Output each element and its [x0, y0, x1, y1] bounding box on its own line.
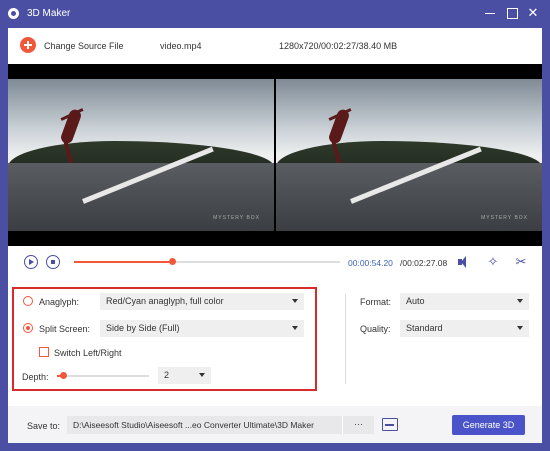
quality-select[interactable]: Standard: [400, 320, 529, 337]
stop-icon[interactable]: [46, 255, 60, 269]
switch-left-right-label: Switch Left/Right: [54, 348, 122, 358]
chevron-down-icon: [517, 299, 523, 303]
maximize-icon[interactable]: [505, 6, 519, 20]
save-path-field[interactable]: D:\Aiseesoft Studio\Aiseesoft ...eo Conv…: [67, 416, 342, 434]
anaglyph-radio[interactable]: [23, 296, 33, 306]
divider: [345, 294, 346, 384]
anaglyph-select-value: Red/Cyan anaglyph, full color: [106, 296, 224, 306]
progress-slider[interactable]: [74, 258, 340, 265]
video-watermark: MYSTERY BOX: [213, 215, 260, 221]
total-time: /00:02:27.08: [400, 258, 448, 268]
format-label: Format:: [360, 297, 392, 307]
generate-3d-button[interactable]: Generate 3D: [452, 415, 525, 435]
add-file-icon[interactable]: [20, 37, 36, 53]
chevron-down-icon: [199, 373, 205, 377]
quality-label: Quality:: [360, 324, 391, 334]
split-screen-select[interactable]: Side by Side (Full): [100, 320, 304, 337]
footer-bar: Save to: D:\Aiseesoft Studio\Aiseesoft .…: [8, 406, 542, 443]
app-window: 3D Maker ✕ Change Source File video.mp4 …: [0, 0, 550, 451]
open-folder-icon[interactable]: [382, 418, 398, 431]
chevron-down-icon: [517, 326, 523, 330]
preview-left-frame: MYSTERY BOX: [8, 79, 274, 231]
depth-select-value: 2: [164, 370, 170, 380]
save-to-label: Save to:: [27, 421, 61, 431]
current-time: 00:00:54.20: [348, 258, 393, 268]
playback-controls: 00:00:54.20 /00:02:27.08 ✧ ✂: [8, 248, 542, 276]
file-name: video.mp4: [160, 41, 202, 51]
app-logo-icon: [8, 8, 19, 19]
source-bar: Change Source File video.mp4 1280x720/00…: [8, 28, 542, 63]
effects-wand-icon[interactable]: ✧: [486, 255, 500, 269]
anaglyph-label: Anaglyph:: [39, 297, 80, 307]
switch-left-right-checkbox[interactable]: [39, 347, 49, 357]
depth-slider[interactable]: [57, 372, 149, 379]
scissors-icon[interactable]: ✂: [514, 255, 528, 269]
title-bar: 3D Maker ✕: [0, 0, 550, 28]
preview-right-frame: MYSTERY BOX: [276, 79, 542, 231]
change-source-file-button[interactable]: Change Source File: [44, 41, 124, 51]
chevron-down-icon: [292, 326, 298, 330]
video-watermark: MYSTERY BOX: [481, 215, 528, 221]
window-title: 3D Maker: [27, 8, 71, 19]
file-info: 1280x720/00:02:27/38.40 MB: [279, 41, 398, 51]
split-screen-label: Split Screen:: [39, 324, 91, 334]
split-screen-radio[interactable]: [23, 323, 33, 333]
minimize-icon[interactable]: [483, 6, 497, 20]
volume-icon[interactable]: [458, 256, 470, 268]
progress-handle[interactable]: [169, 258, 177, 265]
settings-panel: Anaglyph: Red/Cyan anaglyph, full color …: [8, 278, 542, 398]
main-panel: Change Source File video.mp4 1280x720/00…: [8, 28, 542, 443]
progress-fill: [74, 261, 173, 263]
depth-select[interactable]: 2: [158, 367, 211, 384]
play-icon[interactable]: [24, 255, 38, 269]
depth-handle[interactable]: [59, 372, 67, 379]
browse-more-button[interactable]: ···: [342, 416, 374, 434]
video-preview: MYSTERY BOX MYSTERY BOX: [8, 64, 542, 246]
format-select-value: Auto: [406, 296, 425, 306]
anaglyph-select[interactable]: Red/Cyan anaglyph, full color: [100, 293, 304, 310]
quality-select-value: Standard: [406, 323, 443, 333]
depth-label: Depth:: [22, 372, 49, 382]
format-select[interactable]: Auto: [400, 293, 529, 310]
chevron-down-icon: [292, 299, 298, 303]
close-icon[interactable]: ✕: [526, 6, 540, 20]
split-screen-select-value: Side by Side (Full): [106, 323, 180, 333]
